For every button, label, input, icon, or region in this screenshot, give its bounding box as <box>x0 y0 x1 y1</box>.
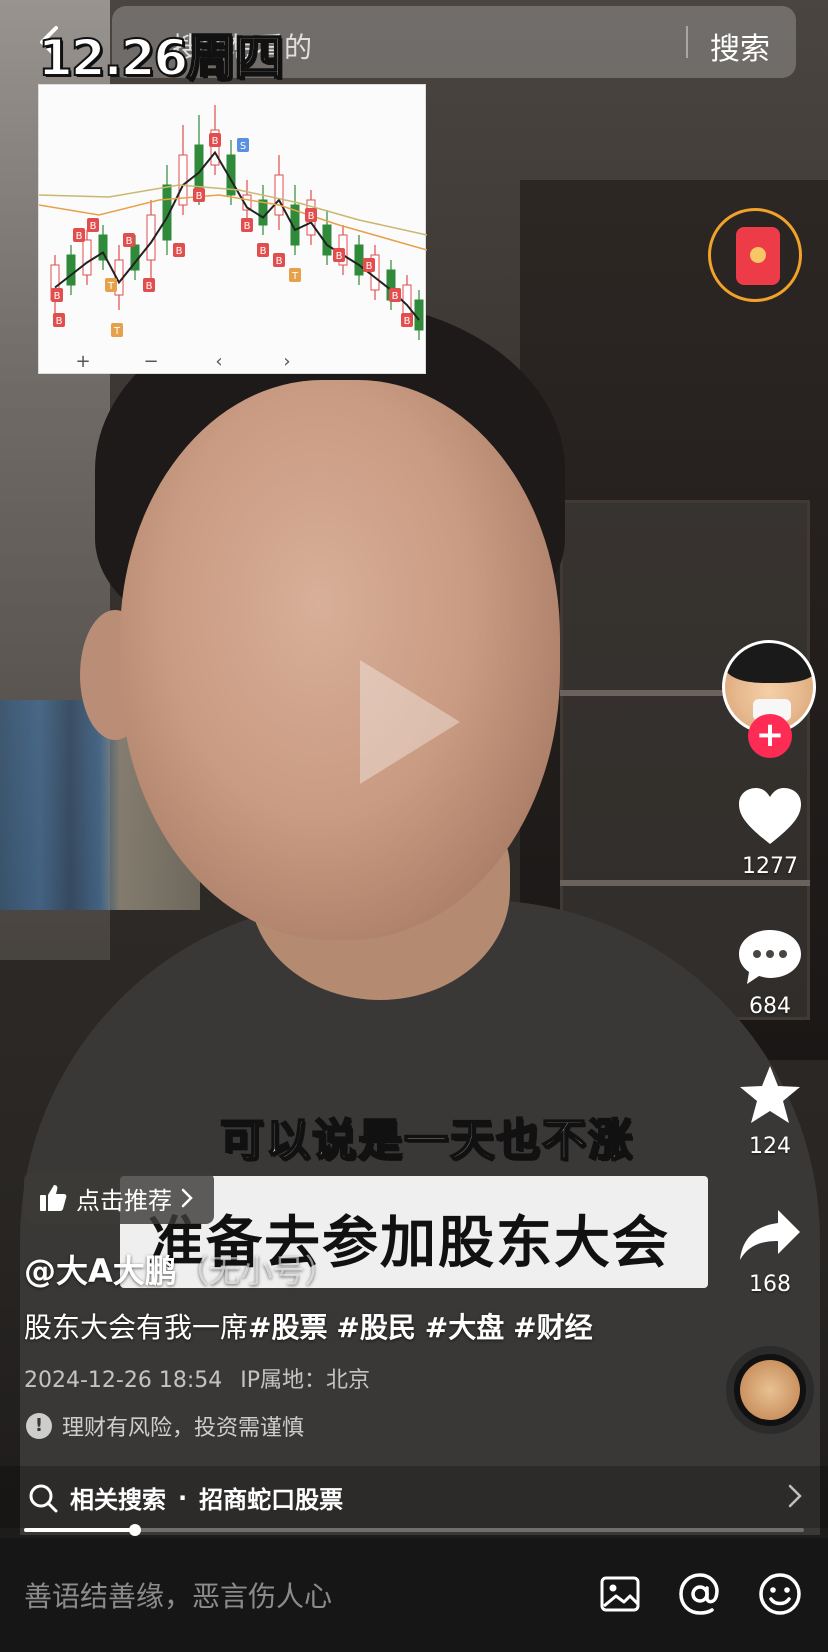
warning-icon: ! <box>26 1413 52 1439</box>
trade-marker-label: T <box>107 281 115 292</box>
candle-body <box>82 239 92 276</box>
video-description: 股东大会有我一席#股票 #股民 #大盘 #财经 <box>24 1306 593 1346</box>
candle-body <box>274 174 284 216</box>
search-icon <box>29 1484 58 1512</box>
risk-notice: ! 理财有风险，投资需谨慎 <box>26 1410 304 1442</box>
chart-control[interactable]: + <box>75 351 90 372</box>
trade-marker-label: B <box>76 231 83 242</box>
trade-marker-label: B <box>244 221 251 232</box>
trade-marker-label: B <box>126 236 133 247</box>
red-packet-icon <box>736 227 780 285</box>
chevron-right-icon <box>181 1188 193 1208</box>
trade-marker-label: B <box>276 256 283 267</box>
emoji-icon[interactable] <box>756 1570 804 1618</box>
hashtag[interactable]: #股民 <box>336 1311 415 1344</box>
person-face <box>120 380 560 940</box>
red-packet-seal <box>750 247 766 263</box>
video-progress-bar[interactable] <box>24 1524 804 1536</box>
related-search-bar[interactable]: 相关搜索 · 招商蛇口股票 <box>0 1466 828 1528</box>
moving-average-line <box>54 150 420 321</box>
trade-marker-label: B <box>392 291 399 302</box>
hashtag[interactable]: #大盘 <box>425 1311 504 1344</box>
share-button[interactable]: 168 <box>730 1208 810 1297</box>
like-count: 1277 <box>742 854 798 879</box>
trade-marker-label: T <box>113 326 121 337</box>
author-name[interactable]: @大A大鹏（无小号） <box>24 1246 337 1292</box>
search-divider <box>686 26 688 58</box>
hashtag[interactable]: #财经 <box>513 1311 592 1344</box>
progress-fill <box>24 1528 135 1532</box>
share-count: 168 <box>749 1272 791 1297</box>
chevron-right-icon <box>788 1484 802 1508</box>
comment-input[interactable] <box>24 1580 544 1613</box>
like-button[interactable]: 1277 <box>730 786 810 879</box>
trade-marker-label: B <box>56 316 63 327</box>
post-meta: 2024-12-26 18:54 IP属地：北京 <box>24 1362 370 1394</box>
thumbs-up-icon <box>40 1185 67 1211</box>
trade-marker-label: B <box>146 281 153 292</box>
music-cover <box>740 1360 800 1420</box>
avatar-hair <box>725 643 813 683</box>
trade-marker-label: B <box>176 246 183 257</box>
comment-count: 684 <box>749 994 791 1019</box>
heart-icon <box>739 788 801 844</box>
related-search-query: 招商蛇口股票 <box>199 1486 344 1514</box>
search-button[interactable]: 搜索 <box>710 24 770 68</box>
favorite-button[interactable]: 124 <box>730 1064 810 1159</box>
play-icon[interactable] <box>360 660 460 784</box>
share-icon <box>740 1210 800 1260</box>
trade-marker-label: S <box>240 141 246 152</box>
image-icon[interactable] <box>596 1570 644 1618</box>
trade-marker-label: T <box>291 271 299 282</box>
trade-marker-label: B <box>196 191 203 202</box>
author-handle[interactable]: @大A大鹏 <box>24 1252 177 1290</box>
risk-text: 理财有风险，投资需谨慎 <box>62 1416 305 1441</box>
recommend-label: 点击推荐 <box>76 1186 172 1215</box>
related-search-content: 相关搜索 · 招商蛇口股票 <box>28 1480 343 1515</box>
follow-button[interactable]: + <box>748 714 792 758</box>
description-text: 股东大会有我一席 <box>24 1311 249 1344</box>
progress-handle[interactable] <box>128 1524 141 1536</box>
recommend-chip[interactable]: 点击推荐 <box>24 1172 214 1224</box>
trade-marker-label: B <box>54 291 61 302</box>
stock-chart-inset: BBBTBBBBBSBBBTBBBBBTB + − ‹ › <box>38 84 427 374</box>
mention-icon[interactable] <box>676 1570 724 1618</box>
favorite-count: 124 <box>749 1134 791 1159</box>
trade-marker-label: B <box>260 246 267 257</box>
background-cabinet-shelf <box>560 880 810 886</box>
ip-location: IP属地：北京 <box>240 1368 371 1393</box>
post-datetime: 2024-12-26 18:54 <box>24 1368 223 1393</box>
star-icon <box>740 1066 800 1123</box>
comment-icon <box>739 930 801 984</box>
red-packet-button[interactable] <box>708 208 802 302</box>
hashtag[interactable]: #股票 <box>248 1311 327 1344</box>
date-overlay: 12.26周四 <box>37 28 285 88</box>
chart-control[interactable]: ‹ <box>215 351 222 372</box>
chart-control[interactable]: › <box>283 351 290 372</box>
trade-marker-label: B <box>308 211 315 222</box>
candle-body <box>66 254 76 286</box>
trade-marker-label: B <box>366 261 373 272</box>
trade-marker-label: B <box>336 251 343 262</box>
author-suffix: （无小号） <box>176 1252 337 1290</box>
candle-body <box>354 244 364 276</box>
comment-bar <box>0 1538 828 1652</box>
music-disc[interactable] <box>726 1346 814 1434</box>
candle-body <box>258 199 268 226</box>
subtitle-line: 可以说是一天也不涨 <box>219 1114 634 1167</box>
trade-marker-label: B <box>404 316 411 327</box>
trade-marker-label: B <box>90 221 97 232</box>
related-search-label: 相关搜索 <box>70 1486 166 1514</box>
comment-button[interactable]: 684 <box>730 928 810 1019</box>
candle-body <box>402 284 412 316</box>
candlestick-chart: BBBTBBBBB SBBBTBBBBBTB + − ‹ › <box>39 105 427 372</box>
chart-control[interactable]: − <box>143 351 158 372</box>
related-search-separator: · <box>178 1483 188 1512</box>
trade-marker-label: B <box>212 136 219 147</box>
